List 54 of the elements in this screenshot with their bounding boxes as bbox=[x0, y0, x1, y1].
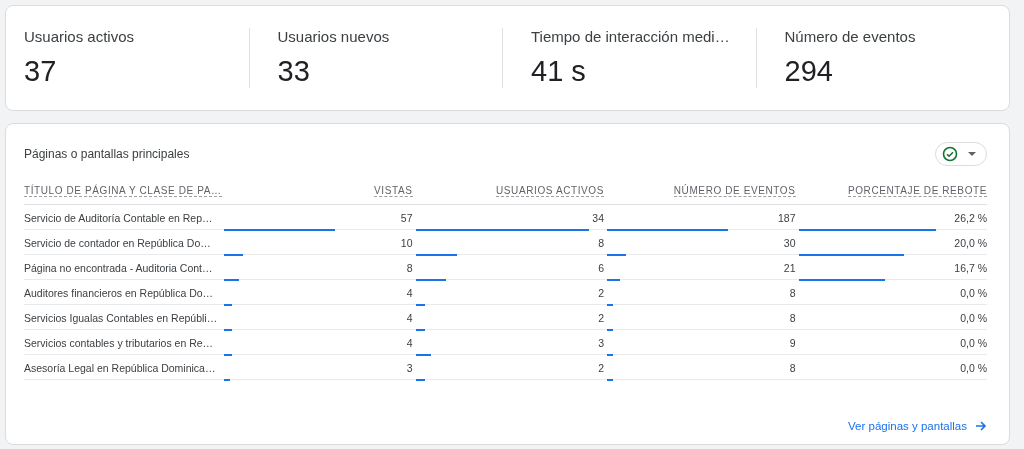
table-cell: 26,2 % bbox=[954, 212, 987, 224]
page-title-cell: Servicios contables y tributarios en Re… bbox=[24, 337, 214, 349]
metric-value: 294 bbox=[784, 55, 834, 88]
table-cell: 3 bbox=[598, 337, 604, 349]
table-cell: 20,0 % bbox=[954, 237, 987, 249]
table-cell: 8 bbox=[406, 262, 413, 274]
page-title-cell: Servicios Igualas Contables en Repúbli… bbox=[24, 312, 218, 324]
check-circle-icon bbox=[942, 146, 958, 162]
metric-label: Número de eventos bbox=[784, 28, 917, 45]
page-title-cell: Página no encontrada - Auditoria Cont… bbox=[24, 262, 213, 274]
table-cell: 0,0 % bbox=[960, 287, 987, 299]
column-header[interactable]: NÚMERO DE EVENTOS bbox=[673, 185, 796, 197]
metric-value: 33 bbox=[277, 55, 311, 88]
metric-label: Usuarios nuevos bbox=[277, 28, 391, 45]
column-header[interactable]: USUARIOS ACTIVOS bbox=[496, 185, 604, 197]
table-cell: 0,0 % bbox=[960, 362, 987, 374]
page-title-cell: Asesoría Legal en República Dominica… bbox=[24, 362, 216, 374]
table-cell: 34 bbox=[592, 212, 604, 224]
arrow-right-icon bbox=[975, 420, 987, 432]
table-cell: 3 bbox=[406, 362, 413, 374]
table-cell: 4 bbox=[406, 312, 413, 324]
table-cell: 2 bbox=[598, 312, 604, 324]
metric-value: 41 s bbox=[531, 55, 587, 88]
table-cell: 9 bbox=[789, 337, 796, 349]
table-cell: 21 bbox=[783, 262, 796, 274]
metric-label: Tiempo de interacción medi… bbox=[531, 28, 731, 45]
view-pages-link[interactable]: Ver páginas y pantallas bbox=[848, 420, 987, 432]
column-header[interactable]: PORCENTAJE DE REBOTE bbox=[847, 185, 987, 197]
metric-label: Usuarios activos bbox=[24, 28, 136, 45]
table-cell: 2 bbox=[598, 362, 604, 374]
metric-value: 37 bbox=[24, 55, 58, 88]
page-title-cell: Auditores financieros en República Do… bbox=[24, 287, 214, 299]
table-cell: 16,7 % bbox=[954, 262, 987, 274]
table-cell: 10 bbox=[400, 237, 413, 249]
table-cell: 8 bbox=[789, 312, 796, 324]
card-title: Páginas o pantallas principales bbox=[24, 147, 190, 161]
table-cell: 8 bbox=[789, 287, 796, 299]
column-header[interactable]: TÍTULO DE PÁGINA Y CLASE DE PA… bbox=[24, 185, 222, 197]
table-cell: 0,0 % bbox=[960, 337, 987, 349]
table-cell: 0,0 % bbox=[960, 312, 987, 324]
table-cell: 8 bbox=[789, 362, 796, 374]
page-title-cell: Servicio de contador en República Do… bbox=[24, 237, 211, 249]
table-cell: 4 bbox=[406, 287, 413, 299]
table-cell: 8 bbox=[598, 237, 604, 249]
table-cell: 2 bbox=[598, 287, 604, 299]
table-cell: 6 bbox=[598, 262, 604, 274]
caret-icon bbox=[968, 152, 976, 156]
table-cell: 187 bbox=[777, 212, 796, 224]
table-cell: 57 bbox=[400, 212, 413, 224]
table-cell: 30 bbox=[783, 237, 796, 249]
table-cell: 4 bbox=[406, 337, 413, 349]
status-dropdown[interactable] bbox=[935, 142, 987, 166]
page-title-cell: Servicio de Auditoría Contable en Rep… bbox=[24, 212, 213, 224]
column-header[interactable]: VISTAS bbox=[374, 185, 413, 197]
